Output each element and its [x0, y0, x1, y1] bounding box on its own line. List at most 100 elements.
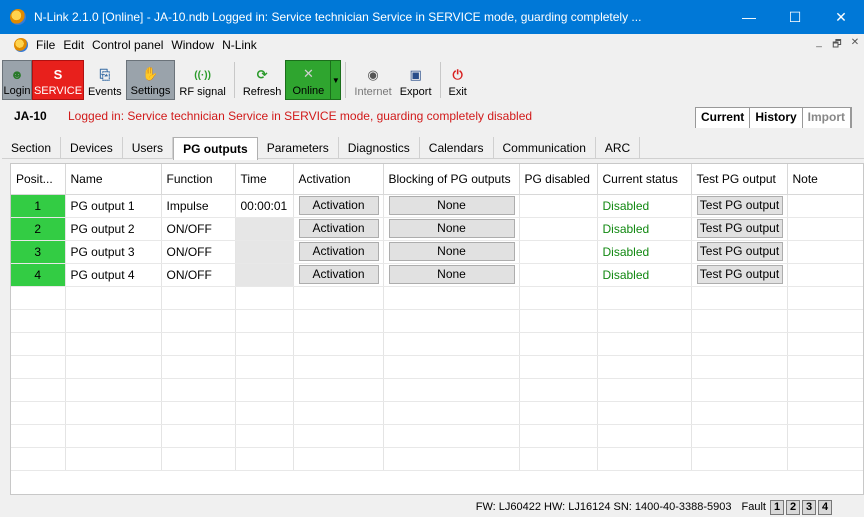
column-header-blocking[interactable]: Blocking of PG outputs — [383, 164, 520, 195]
tab-users[interactable]: Users — [123, 137, 174, 159]
table-row[interactable]: 3 PG output 3 ON/OFF Activation None Disabled… — [11, 240, 863, 264]
column-header-time[interactable]: Time — [235, 164, 294, 195]
current-status-cell[interactable]: Disabled — [597, 217, 692, 241]
close-button[interactable]: ✕ — [818, 0, 864, 34]
tab-diagnostics[interactable]: Diagnostics — [339, 137, 420, 159]
refresh-button[interactable]: ⟳ Refresh — [239, 60, 286, 100]
minimize-button[interactable]: — — [726, 0, 772, 34]
login-button[interactable]: ☻ Login — [2, 60, 32, 100]
activation-button[interactable]: Activation — [298, 242, 379, 261]
table-row[interactable]: 4 PG output 4 ON/OFF Activation None Disabled… — [11, 263, 863, 287]
function-cell[interactable]: Impulse — [161, 194, 236, 218]
test-pg-output-button[interactable]: Test PG output — [696, 219, 783, 238]
blocking-button[interactable]: None — [388, 242, 515, 261]
blocking-button[interactable]: None — [388, 196, 515, 215]
online-dropdown-button[interactable]: ▼ — [331, 60, 342, 100]
activation-button[interactable]: Activation — [298, 265, 379, 284]
test-pg-output-button[interactable]: Test PG output — [696, 265, 783, 284]
column-header-test-pg-output[interactable]: Test PG output — [691, 164, 788, 195]
pg-disabled-cell[interactable] — [519, 217, 598, 241]
time-cell[interactable]: 00:00:01 — [235, 194, 294, 218]
column-header-pg-disabled[interactable]: PG disabled — [519, 164, 598, 195]
empty-cell — [691, 286, 788, 310]
empty-row — [11, 447, 863, 471]
tab-communication[interactable]: Communication — [494, 137, 596, 159]
time-cell[interactable] — [235, 240, 294, 264]
tab-calendars[interactable]: Calendars — [420, 137, 494, 159]
app-menu-icon[interactable] — [14, 38, 28, 52]
column-header-note[interactable]: Note — [787, 164, 863, 195]
internet-button[interactable]: ◉ Internet — [350, 60, 395, 100]
settings-button[interactable]: ✋ Settings — [125, 60, 176, 100]
empty-cell — [65, 286, 162, 310]
blocking-button[interactable]: None — [388, 265, 515, 284]
tab-section[interactable]: Section — [2, 137, 62, 159]
note-cell[interactable] — [787, 263, 863, 287]
empty-cell — [787, 286, 863, 310]
tab-pg-outputs[interactable]: PG outputs — [173, 137, 258, 160]
position-cell[interactable]: 2 — [11, 217, 66, 241]
time-cell[interactable] — [235, 217, 294, 241]
view-tab-history[interactable]: History — [750, 108, 803, 128]
test-pg-output-button[interactable]: Test PG output — [696, 196, 783, 215]
column-header-name[interactable]: Name — [65, 164, 162, 195]
menu-n-link[interactable]: N-Link — [218, 38, 261, 52]
test-pg-output-button[interactable]: Test PG output — [696, 242, 783, 261]
mdi-close-button[interactable]: ✕ — [846, 37, 864, 53]
name-cell[interactable]: PG output 4 — [65, 263, 162, 287]
table-row[interactable]: 2 PG output 2 ON/OFF Activation None Disabled… — [11, 217, 863, 241]
table-row[interactable]: 1 PG output 1 Impulse 00:00:01 Activation Non… — [11, 194, 863, 218]
pg-disabled-cell[interactable] — [519, 240, 598, 264]
note-cell[interactable] — [787, 240, 863, 264]
menu-file[interactable]: File — [32, 38, 59, 52]
column-header-activation[interactable]: Activation — [293, 164, 384, 195]
maximize-button[interactable]: ☐ — [772, 0, 818, 34]
section-indicator-1[interactable]: 1 — [770, 499, 784, 515]
online-button[interactable]: ✕ Online — [285, 60, 332, 100]
position-cell[interactable]: 3 — [11, 240, 66, 264]
mdi-restore-button[interactable]: 🗗 — [828, 37, 846, 53]
empty-cell — [383, 332, 520, 356]
mdi-minimize-button[interactable]: _ — [810, 37, 828, 53]
events-button[interactable]: ⎘ Events — [84, 60, 126, 100]
empty-cell — [11, 332, 66, 356]
note-cell[interactable] — [787, 217, 863, 241]
time-cell[interactable] — [235, 263, 294, 287]
position-cell[interactable]: 1 — [11, 194, 66, 218]
blocking-button[interactable]: None — [388, 219, 515, 238]
view-tab-current[interactable]: Current — [696, 108, 751, 128]
column-header-current-status[interactable]: Current status — [597, 164, 692, 195]
activation-button[interactable]: Activation — [298, 219, 379, 238]
name-cell[interactable]: PG output 1 — [65, 194, 162, 218]
section-indicator-2[interactable]: 2 — [786, 499, 800, 515]
note-cell[interactable] — [787, 194, 863, 218]
column-header-function[interactable]: Function — [161, 164, 236, 195]
service-button[interactable]: S SERVICE — [32, 60, 84, 100]
name-cell[interactable]: PG output 3 — [65, 240, 162, 264]
menu-edit[interactable]: Edit — [59, 38, 88, 52]
current-status-cell[interactable]: Disabled — [597, 263, 692, 287]
tab-devices[interactable]: Devices — [61, 137, 123, 159]
column-header-position[interactable]: Posit... — [11, 164, 66, 195]
activation-button[interactable]: Activation — [298, 196, 379, 215]
current-status-cell[interactable]: Disabled — [597, 194, 692, 218]
menu-window[interactable]: Window — [167, 38, 218, 52]
empty-cell — [597, 309, 692, 333]
name-cell[interactable]: PG output 2 — [65, 217, 162, 241]
section-indicator-4[interactable]: 4 — [818, 499, 832, 515]
position-cell[interactable]: 4 — [11, 263, 66, 287]
current-status-cell[interactable]: Disabled — [597, 240, 692, 264]
view-tab-import[interactable]: Import — [803, 108, 851, 128]
function-cell[interactable]: ON/OFF — [161, 263, 236, 287]
tab-parameters[interactable]: Parameters — [258, 137, 339, 159]
function-cell[interactable]: ON/OFF — [161, 217, 236, 241]
pg-disabled-cell[interactable] — [519, 194, 598, 218]
function-cell[interactable]: ON/OFF — [161, 240, 236, 264]
menu-control-panel[interactable]: Control panel — [88, 38, 167, 52]
rf-signal-button[interactable]: ((·)) RF signal — [175, 60, 229, 100]
exit-button[interactable]: ⏻ Exit — [445, 60, 471, 100]
export-button[interactable]: ▣ Export — [396, 60, 436, 100]
pg-disabled-cell[interactable] — [519, 263, 598, 287]
section-indicator-3[interactable]: 3 — [802, 499, 816, 515]
tab-arc[interactable]: ARC — [596, 137, 641, 159]
